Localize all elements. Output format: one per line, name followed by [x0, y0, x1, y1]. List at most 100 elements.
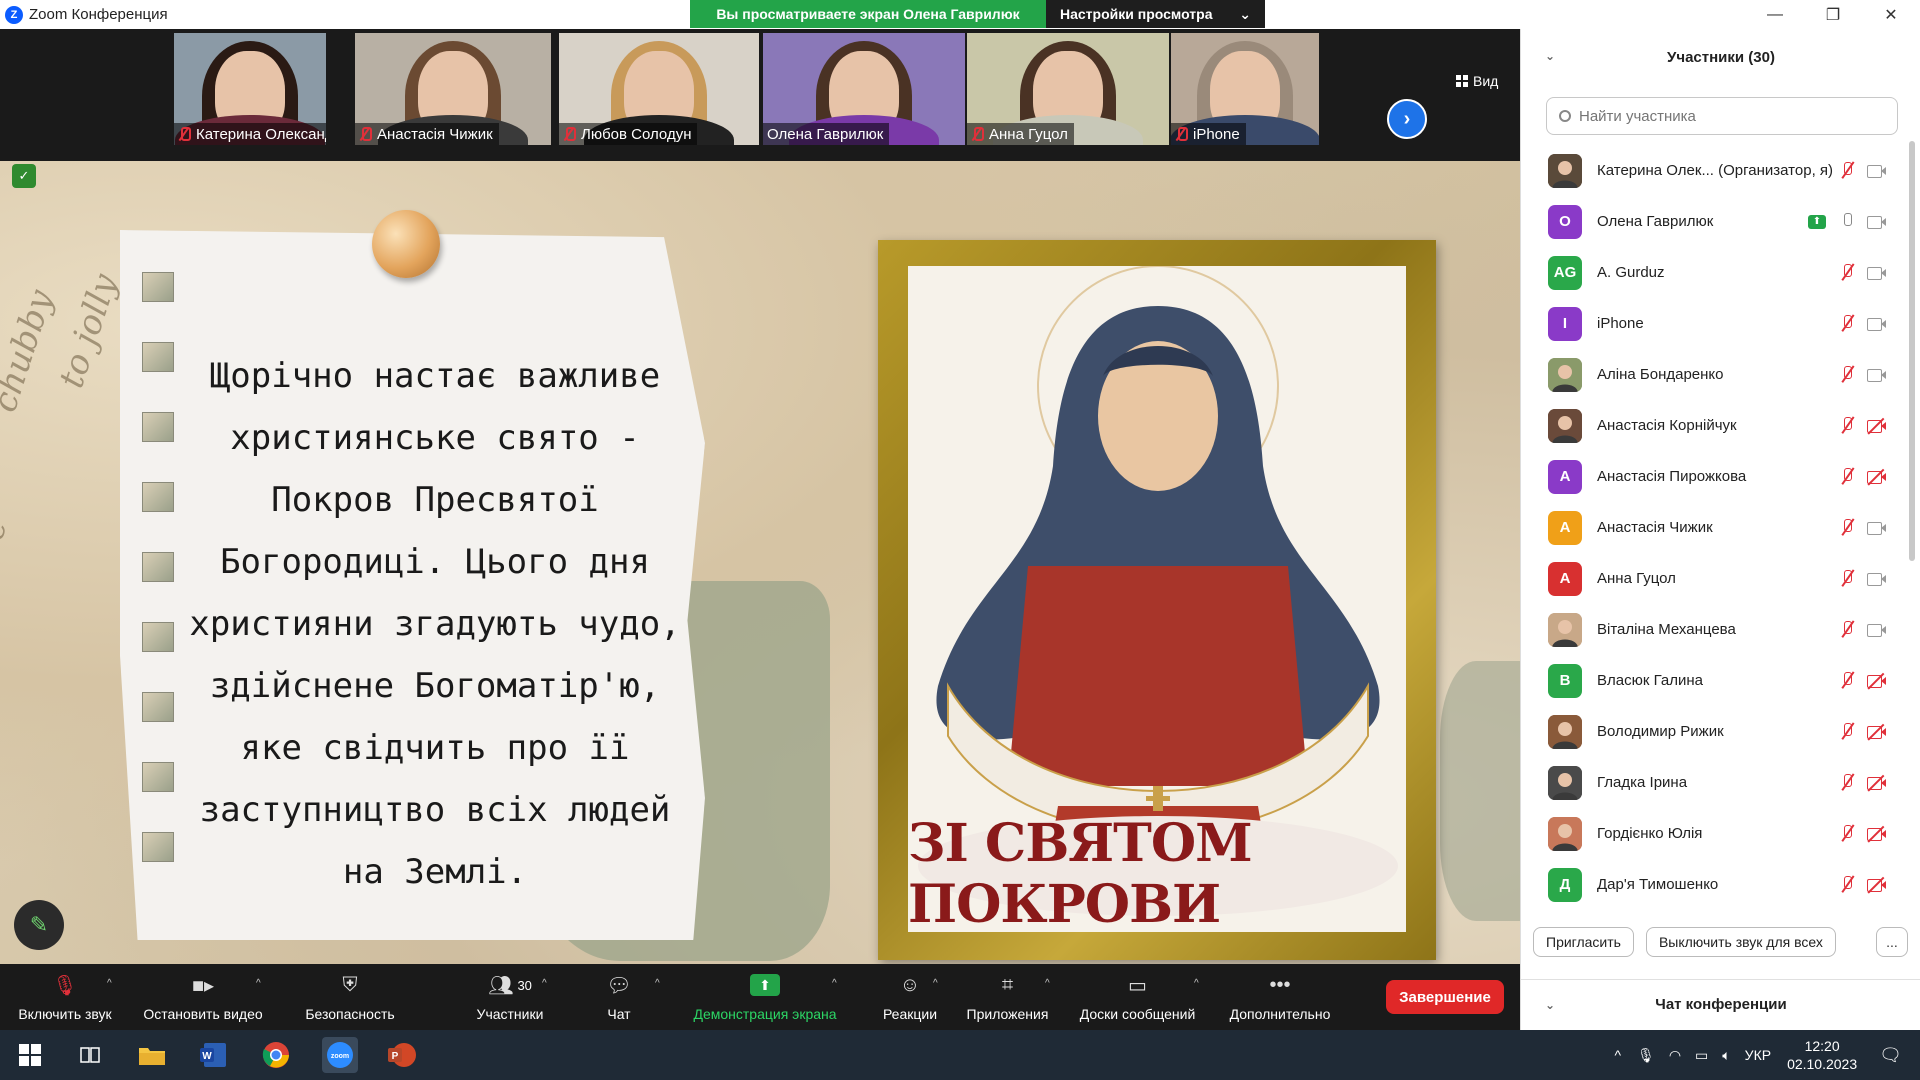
microphone-muted-icon[interactable]	[1840, 671, 1856, 690]
video-off-icon[interactable]	[1867, 876, 1887, 893]
caret-up-icon[interactable]: ^	[1045, 978, 1050, 989]
video-off-icon[interactable]	[1867, 417, 1887, 434]
zoom-icon[interactable]: zoom	[322, 1037, 358, 1073]
video-thumbnail[interactable]: Анастасія Чижик	[355, 33, 551, 145]
video-camera-icon[interactable]	[1867, 521, 1887, 535]
annotate-pen-button[interactable]: ✎	[14, 900, 64, 950]
participant-row[interactable]: Гордієнко Юлія	[1521, 808, 1913, 859]
notifications-icon[interactable]: 🗨︎	[1879, 1045, 1902, 1066]
microphone-muted-icon[interactable]	[1840, 416, 1856, 435]
video-off-icon[interactable]	[1867, 774, 1887, 791]
microphone-muted-icon[interactable]	[1840, 773, 1856, 792]
microphone-muted-icon[interactable]	[1840, 263, 1856, 282]
microphone-muted-icon[interactable]	[1840, 620, 1856, 639]
participant-row[interactable]: А Анастасія Чижик	[1521, 502, 1913, 553]
video-camera-icon[interactable]	[1867, 317, 1887, 331]
participant-row[interactable]: В Власюк Галина	[1521, 655, 1913, 706]
participant-row[interactable]: Гладка Ірина	[1521, 757, 1913, 808]
chat-header[interactable]: ⌄ Чат конференции	[1521, 979, 1920, 1029]
participants-header[interactable]: ⌄ Участники (30)	[1521, 29, 1920, 85]
toolbar-video-camera-button[interactable]: ■▸ Остановить видео	[138, 964, 268, 1030]
search-input[interactable]	[1579, 107, 1879, 125]
participant-search[interactable]	[1546, 97, 1898, 135]
participant-row[interactable]: О Олена Гаврилюк ⬆	[1521, 196, 1913, 247]
minimize-button[interactable]: —	[1746, 0, 1804, 29]
microphone-muted-icon[interactable]	[1840, 569, 1856, 588]
toolbar-shield-button[interactable]: ⛨ Безопасность	[290, 964, 410, 1030]
chrome-icon[interactable]	[258, 1037, 294, 1073]
video-thumbnail[interactable]: Анна Гуцол	[967, 33, 1169, 145]
participant-row[interactable]: AG A. Gurduz	[1521, 247, 1913, 298]
toolbar-smiley-button[interactable]: ☺ Реакции	[880, 964, 940, 1030]
video-camera-icon[interactable]	[1867, 266, 1887, 280]
participant-row[interactable]: А Анна Гуцол	[1521, 553, 1913, 604]
participant-row[interactable]: Д Дар'я Тимошенко	[1521, 859, 1913, 910]
toolbar-microphone-muted-button[interactable]: 🎙︎ Включить звук	[10, 964, 120, 1030]
caret-up-icon[interactable]: ^	[832, 978, 837, 989]
participant-row[interactable]: Анастасія Корнійчук	[1521, 400, 1913, 451]
participant-row[interactable]: Аліна Бондаренко	[1521, 349, 1913, 400]
toolbar-more-dots-button[interactable]: ••• Дополнительно	[1220, 964, 1340, 1030]
toolbar-participants-button[interactable]: 👥︎ 30 Участники	[460, 964, 560, 1030]
participant-row[interactable]: Віталіна Механцева	[1521, 604, 1913, 655]
microphone-muted-icon[interactable]	[1840, 875, 1856, 894]
file-explorer-icon[interactable]	[134, 1037, 170, 1073]
caret-up-icon[interactable]: ^	[542, 978, 547, 989]
participant-row[interactable]: Катерина Олек... (Организатор, я)	[1521, 145, 1913, 196]
microphone-muted-icon[interactable]	[1840, 365, 1856, 384]
participant-row[interactable]: IiPhone	[1521, 298, 1913, 349]
close-button[interactable]: ✕	[1862, 0, 1920, 29]
volume-icon[interactable]: 🔈︎	[1722, 1047, 1730, 1064]
battery-icon[interactable]: ▭	[1695, 1047, 1708, 1064]
caret-up-icon[interactable]: ^	[107, 978, 112, 989]
video-camera-icon[interactable]	[1867, 572, 1887, 586]
microphone-muted-icon[interactable]	[1840, 518, 1856, 537]
video-off-icon[interactable]	[1867, 672, 1887, 689]
toolbar-chat-bubble-button[interactable]: 💬︎ Чат	[600, 964, 638, 1030]
microphone-muted-icon[interactable]	[1840, 314, 1856, 333]
participant-row[interactable]: Володимир Рижик	[1521, 706, 1913, 757]
view-options-dropdown[interactable]: Настройки просмотра ⌄	[1046, 0, 1265, 28]
more-options-button[interactable]: ...	[1876, 927, 1908, 957]
video-thumbnail[interactable]: Олена Гаврилюк	[763, 33, 965, 145]
video-camera-icon[interactable]	[1867, 623, 1887, 637]
toolbar-share-screen-button[interactable]: ⬆ Демонстрация экрана	[680, 964, 850, 1030]
video-camera-icon[interactable]	[1867, 164, 1887, 178]
invite-button[interactable]: Пригласить	[1533, 927, 1634, 957]
video-off-icon[interactable]	[1867, 825, 1887, 842]
toolbar-apps-button[interactable]: ⌗ Приложения	[960, 964, 1055, 1030]
video-thumbnail[interactable]: Катерина Олександрі...	[174, 33, 326, 145]
caret-up-icon[interactable]: ^	[933, 978, 938, 989]
windows-start-icon[interactable]	[12, 1037, 48, 1073]
view-button[interactable]: Вид	[1456, 73, 1498, 89]
chevron-up-icon[interactable]: ^	[1614, 1047, 1621, 1063]
caret-up-icon[interactable]: ^	[1194, 978, 1199, 989]
end-meeting-button[interactable]: Завершение	[1386, 980, 1504, 1014]
wifi-icon[interactable]: ◠	[1669, 1047, 1681, 1064]
microphone-muted-icon[interactable]	[1840, 824, 1856, 843]
microphone-icon[interactable]: 🎙︎	[1637, 1047, 1655, 1064]
task-view-icon[interactable]	[72, 1037, 108, 1073]
next-page-button[interactable]: ›	[1387, 99, 1427, 139]
microphone-icon[interactable]	[1840, 212, 1856, 231]
powerpoint-icon[interactable]: P	[384, 1037, 420, 1073]
microphone-muted-icon[interactable]	[1840, 467, 1856, 486]
video-thumbnail[interactable]: Любов Солодун	[559, 33, 759, 145]
clock[interactable]: 12:20 02.10.2023	[1787, 1037, 1857, 1073]
restore-button[interactable]: ❐	[1804, 0, 1862, 29]
microphone-muted-icon[interactable]	[1840, 722, 1856, 741]
toolbar-whiteboard-button[interactable]: ▭ Доски сообщений	[1070, 964, 1205, 1030]
participant-row[interactable]: А Анастасія Пирожкова	[1521, 451, 1913, 502]
caret-up-icon[interactable]: ^	[655, 978, 660, 989]
video-off-icon[interactable]	[1867, 468, 1887, 485]
language-indicator[interactable]: УКР	[1745, 1047, 1771, 1063]
video-off-icon[interactable]	[1867, 723, 1887, 740]
video-camera-icon[interactable]	[1867, 215, 1887, 229]
microphone-muted-icon[interactable]	[1840, 161, 1856, 180]
video-camera-icon[interactable]	[1867, 368, 1887, 382]
video-thumbnail[interactable]: iPhone	[1171, 33, 1319, 145]
participant-list-scrollbar[interactable]	[1909, 141, 1915, 561]
word-icon[interactable]: W	[196, 1037, 232, 1073]
caret-up-icon[interactable]: ^	[256, 978, 261, 989]
mute-all-button[interactable]: Выключить звук для всех	[1645, 927, 1836, 957]
